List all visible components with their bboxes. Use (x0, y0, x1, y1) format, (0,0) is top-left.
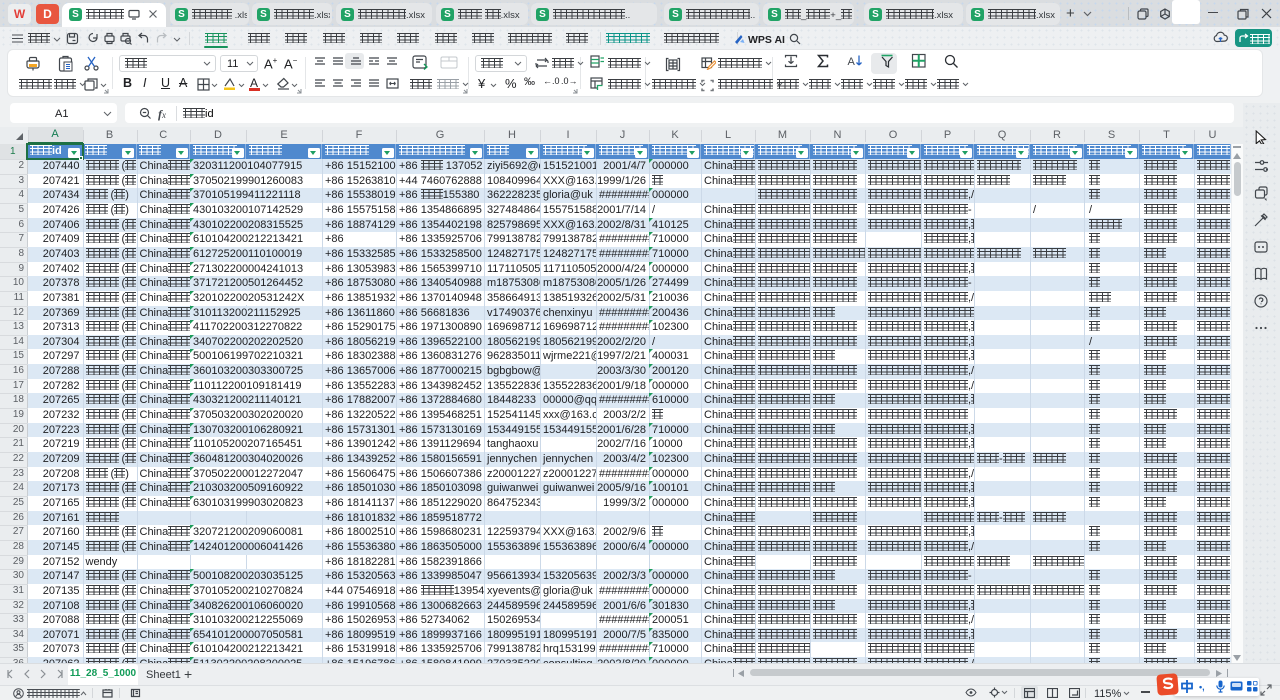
svg-text:A: A (848, 56, 856, 68)
